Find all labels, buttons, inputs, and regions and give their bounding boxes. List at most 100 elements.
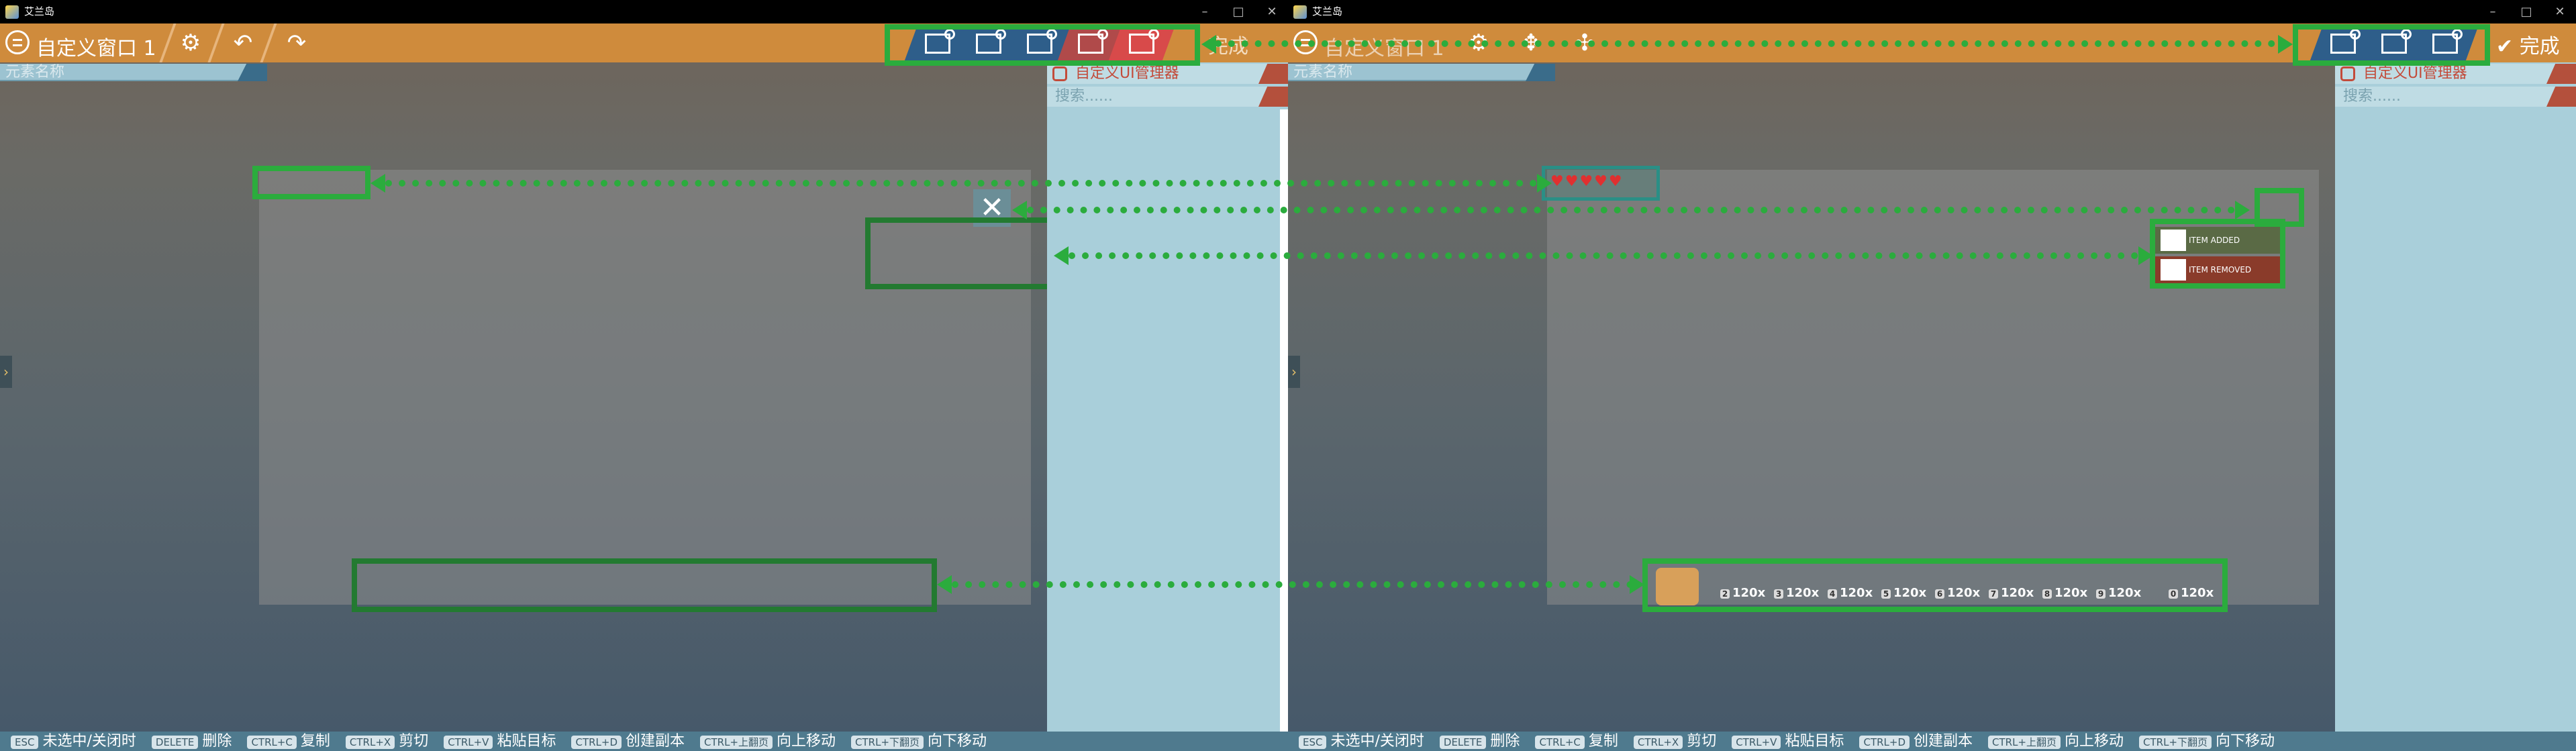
hotbar-widget[interactable]: 2 120x 3 120x 4 120x 5 120x 6 120x 7 120x 8 120…	[1642, 558, 2228, 612]
shortcut-key: CTRL+上翻页	[1988, 736, 2061, 749]
hotbar-slot[interactable]: 6 120x	[1935, 586, 1980, 600]
menu-icon[interactable]	[5, 30, 30, 54]
notification-widget[interactable]: ITEM ADDED ITEM REMOVED	[2150, 219, 2285, 289]
manager-search-placeholder: 搜索......	[1055, 88, 1113, 105]
element-name-search[interactable]: 元素名称	[1288, 64, 1555, 81]
heart-widget-slot[interactable]	[252, 166, 370, 199]
shortcut-key: CTRL+D	[571, 736, 622, 749]
hotbar-slot[interactable]: 4 120x	[1828, 586, 1873, 600]
shortcut-key: DELETE	[151, 736, 199, 749]
sort-icon[interactable]	[1258, 64, 1288, 84]
shortcut-key: CTRL+C	[247, 736, 297, 749]
ui-manager-title: 自定义UI管理器	[1075, 65, 1179, 82]
shortcut-label: 删除	[202, 733, 232, 750]
hotbar-slot[interactable]: 0 120x	[2169, 586, 2214, 600]
shortcut-key: CTRL+X	[345, 736, 395, 749]
hotbar-slot[interactable]: 9 120x	[2096, 586, 2141, 600]
shortcut-bar: ESC 未选中/关闭时 DELETE 删除 CTRL+C 复制 CTRL+X 剪切 CT…	[0, 732, 1288, 751]
window-name: 自定义窗口 1	[36, 37, 156, 60]
shortcut-label: 向下移动	[928, 733, 987, 750]
shortcut-key: CTRL+X	[1633, 736, 1683, 749]
minimize-button[interactable]: –	[1189, 0, 1221, 23]
right-editor-pane: 艾兰岛 – □ ✕ 自定义窗口 1 ⚙ ✥ ✣ ✔ 完成 元素名称 ♥♥♥♥♥ …	[1288, 0, 2576, 751]
maximize-button[interactable]: □	[2510, 0, 2542, 23]
manager-search-input[interactable]: 搜索......	[2335, 87, 2576, 107]
heart-link-arrow	[385, 180, 1537, 187]
hotbar-link-arrow	[952, 581, 1634, 588]
left-editor-pane: 艾兰岛 – □ ✕ 自定义窗口 1 ⚙ ↶ ↷ 完成 元素名称 ✕ 自定义UI管…	[0, 0, 1288, 751]
element-name-placeholder: 元素名称	[5, 64, 65, 81]
shortcut-key: DELETE	[1439, 736, 1487, 749]
close-link-arrow	[1027, 207, 2235, 213]
minimize-button[interactable]: –	[2477, 0, 2509, 23]
manager-icon	[2340, 66, 2355, 81]
hotbar-slot[interactable]: 8 120x	[2042, 586, 2087, 600]
shortcut-key: ESC	[11, 736, 39, 749]
redo-icon[interactable]: ↷	[282, 30, 311, 56]
left-toolbar-highlight	[885, 24, 1200, 66]
settings-gear-icon[interactable]: ⚙	[176, 30, 205, 56]
notification-widget-slot[interactable]	[865, 217, 1053, 289]
expand-arrow-icon[interactable]: ›	[0, 356, 12, 388]
shortcut-label: 向上移动	[777, 733, 836, 750]
shortcut-key: CTRL+下翻页	[2139, 736, 2212, 749]
toolbar-link-arrow	[1215, 40, 2275, 47]
element-name-search[interactable]: 元素名称	[0, 64, 267, 81]
shortcut-key: CTRL+C	[1535, 736, 1585, 749]
ui-manager-title: 自定义UI管理器	[2363, 65, 2467, 82]
hotbar-slot[interactable]: 5 120x	[1881, 586, 1926, 600]
hotbar-widget-slot[interactable]	[352, 558, 937, 612]
right-toolbar-highlight	[2293, 24, 2490, 66]
shortcut-label: 删除	[1490, 733, 1520, 750]
window-title: 艾兰岛	[1312, 5, 1343, 17]
maximize-button[interactable]: □	[1222, 0, 1254, 23]
shortcut-label: 剪切	[399, 733, 429, 750]
hearts-display: ♥♥♥♥♥	[1550, 173, 1624, 190]
done-label: 完成	[2519, 35, 2560, 58]
shortcut-label: 未选中/关闭时	[1330, 733, 1424, 750]
shortcut-label: 向上移动	[2065, 733, 2124, 750]
expand-arrow-icon[interactable]: ›	[1288, 356, 1300, 388]
shortcut-label: 未选中/关闭时	[42, 733, 136, 750]
shortcut-label: 复制	[1588, 733, 1618, 750]
window-titlebar: 艾兰岛 – □ ✕	[1288, 0, 2576, 23]
shortcut-label: 粘贴目标	[1785, 733, 1844, 750]
sort-icon[interactable]	[238, 64, 267, 81]
search-icon[interactable]	[2546, 87, 2576, 107]
shortcut-key: CTRL+V	[1732, 736, 1781, 749]
hotbar-slot[interactable]: 7 120x	[1989, 586, 2034, 600]
manager-search-input[interactable]: 搜索......	[1047, 87, 1288, 107]
ui-manager-header: 自定义UI管理器	[1047, 64, 1288, 84]
ui-manager-panel: 自定义UI管理器 搜索......	[2335, 62, 2576, 732]
hotbar-slot[interactable]: 2 120x	[1720, 586, 1765, 600]
shortcut-label: 粘贴目标	[497, 733, 556, 750]
ui-manager-header: 自定义UI管理器	[2335, 64, 2576, 84]
window-titlebar: 艾兰岛 – □ ✕	[0, 0, 1288, 23]
shortcut-key: CTRL+下翻页	[851, 736, 924, 749]
sort-icon[interactable]	[2546, 64, 2576, 84]
done-button[interactable]: ✔ 完成	[2496, 30, 2560, 59]
search-icon[interactable]	[1258, 87, 1288, 107]
shortcut-bar: ESC 未选中/关闭时 DELETE 删除 CTRL+C 复制 CTRL+X 剪切 CT…	[1288, 732, 2576, 751]
app-icon	[1293, 5, 1307, 19]
window-title: 艾兰岛	[24, 5, 55, 17]
undo-icon[interactable]: ↶	[228, 30, 258, 56]
shortcut-key: CTRL+V	[444, 736, 493, 749]
scrollbar[interactable]	[1280, 109, 1288, 732]
shortcut-label: 剪切	[1687, 733, 1717, 750]
notification-label: ITEM REMOVED	[2189, 265, 2252, 274]
close-window-button[interactable]: ✕	[1256, 0, 1288, 23]
notification-link-arrow	[1069, 252, 2138, 259]
element-name-placeholder: 元素名称	[1293, 64, 1353, 81]
shortcut-label: 复制	[300, 733, 330, 750]
sort-icon[interactable]	[1526, 64, 1555, 81]
notification-label: ITEM ADDED	[2189, 236, 2240, 245]
manager-icon	[1052, 66, 1067, 81]
shortcut-key: CTRL+上翻页	[700, 736, 773, 749]
hand-cursor-icon	[1656, 568, 1699, 605]
shortcut-label: 创建副本	[1914, 733, 1973, 750]
shortcut-key: CTRL+D	[1859, 736, 1910, 749]
close-window-button[interactable]: ✕	[2544, 0, 2576, 23]
heart-widget[interactable]: ♥♥♥♥♥	[1542, 166, 1660, 201]
hotbar-slot[interactable]: 3 120x	[1774, 586, 1819, 600]
